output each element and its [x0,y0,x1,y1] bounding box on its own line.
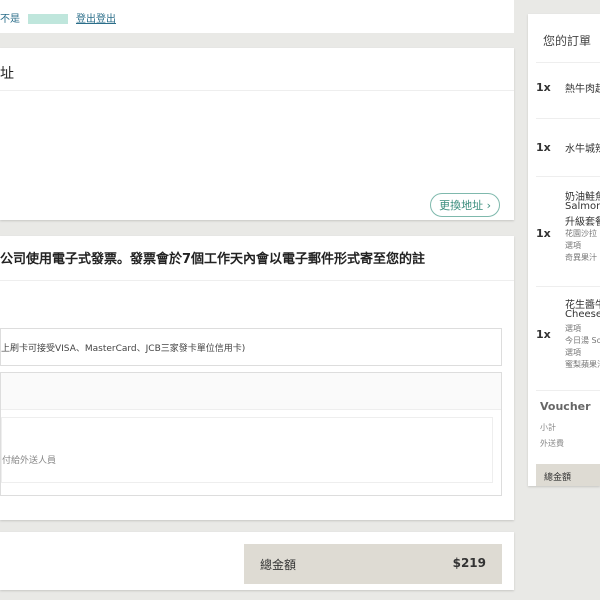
subtotal-label: 小計 [540,423,556,432]
order-item: 1x 水牛城辣 [536,138,600,178]
cash-on-delivery-option[interactable]: 付給外送人員 [0,372,502,496]
divider [536,390,600,391]
order-total-row: 總金額 [536,464,600,486]
order-summary: 您的訂單 1x 熱牛肉起 1x 水牛城辣 1x 奶油鮭魚 Salmon 升級套餐… [528,14,600,486]
login-status-bar: 不是 登出登出 [0,0,514,33]
item-detail: 選項 [565,241,581,250]
address-title: 址 [0,66,14,82]
item-detail: 選項 [565,348,581,357]
credit-card-option-label: 上刷卡可接受VISA、MasterCard、JCB三家發卡單位信用卡) [1,344,246,354]
cod-option-header [1,373,501,410]
logout-link[interactable]: 登出登出 [76,14,116,25]
total-label: 總金額 [260,558,297,572]
login-status: 不是 登出登出 [0,10,116,25]
item-name: 熱牛肉起 [565,84,600,95]
redacted-username [28,14,68,24]
invoice-notice: 公司使用電子式發票。發票會於7個工作天內會以電子郵件形式寄至您的註 [0,252,426,267]
item-qty: 1x [536,141,551,154]
item-qty: 1x [536,81,551,94]
total-value: $219 [452,556,486,570]
voucher-label[interactable]: Voucher [540,400,591,413]
item-detail: 選項 [565,324,581,333]
item-qty: 1x [536,227,551,240]
address-section: 址 更換地址 › [0,48,514,220]
divider [536,118,600,119]
item-detail: 蜜梨蘋果汁 [565,360,600,369]
credit-card-option[interactable]: 上刷卡可接受VISA、MasterCard、JCB三家發卡單位信用卡) [0,328,502,366]
login-prefix: 不是 [0,14,20,25]
item-detail: Cheese [565,309,600,320]
divider [0,90,514,91]
order-title: 您的訂單 [543,34,592,48]
item-name: 水牛城辣 [565,144,600,155]
cod-note: 付給外送人員 [2,456,57,466]
divider [0,280,514,281]
payment-section: 公司使用電子式發票。發票會於7個工作天內會以電子郵件形式寄至您的註 上刷卡可接受… [0,236,514,520]
item-detail: 今日湯 Sou [565,336,600,345]
item-detail: 升級套餐 [565,217,600,228]
delivery-fee-label: 外送費 [540,439,564,448]
divider [536,176,600,177]
order-total-label: 總金額 [544,473,572,483]
order-item: 1x 花生醬牛 Cheese 選項 今日湯 Sou 選項 蜜梨蘋果汁 [536,294,600,390]
item-detail: 花園沙拉 C [565,229,600,238]
divider [536,62,600,63]
order-item: 1x 熱牛肉起 [536,78,600,118]
total-box: 總金額 $219 [244,544,502,584]
change-address-button[interactable]: 更換地址 › [430,193,500,217]
total-section: 總金額 $219 [0,532,514,590]
divider [536,286,600,287]
item-detail: Salmon [565,201,600,212]
item-detail: 奇異果汁 K [565,253,600,262]
order-item: 1x 奶油鮭魚 Salmon 升級套餐 花園沙拉 C 選項 奇異果汁 K [536,184,600,284]
item-qty: 1x [536,328,551,341]
cod-detail-box: 付給外送人員 [1,417,493,483]
